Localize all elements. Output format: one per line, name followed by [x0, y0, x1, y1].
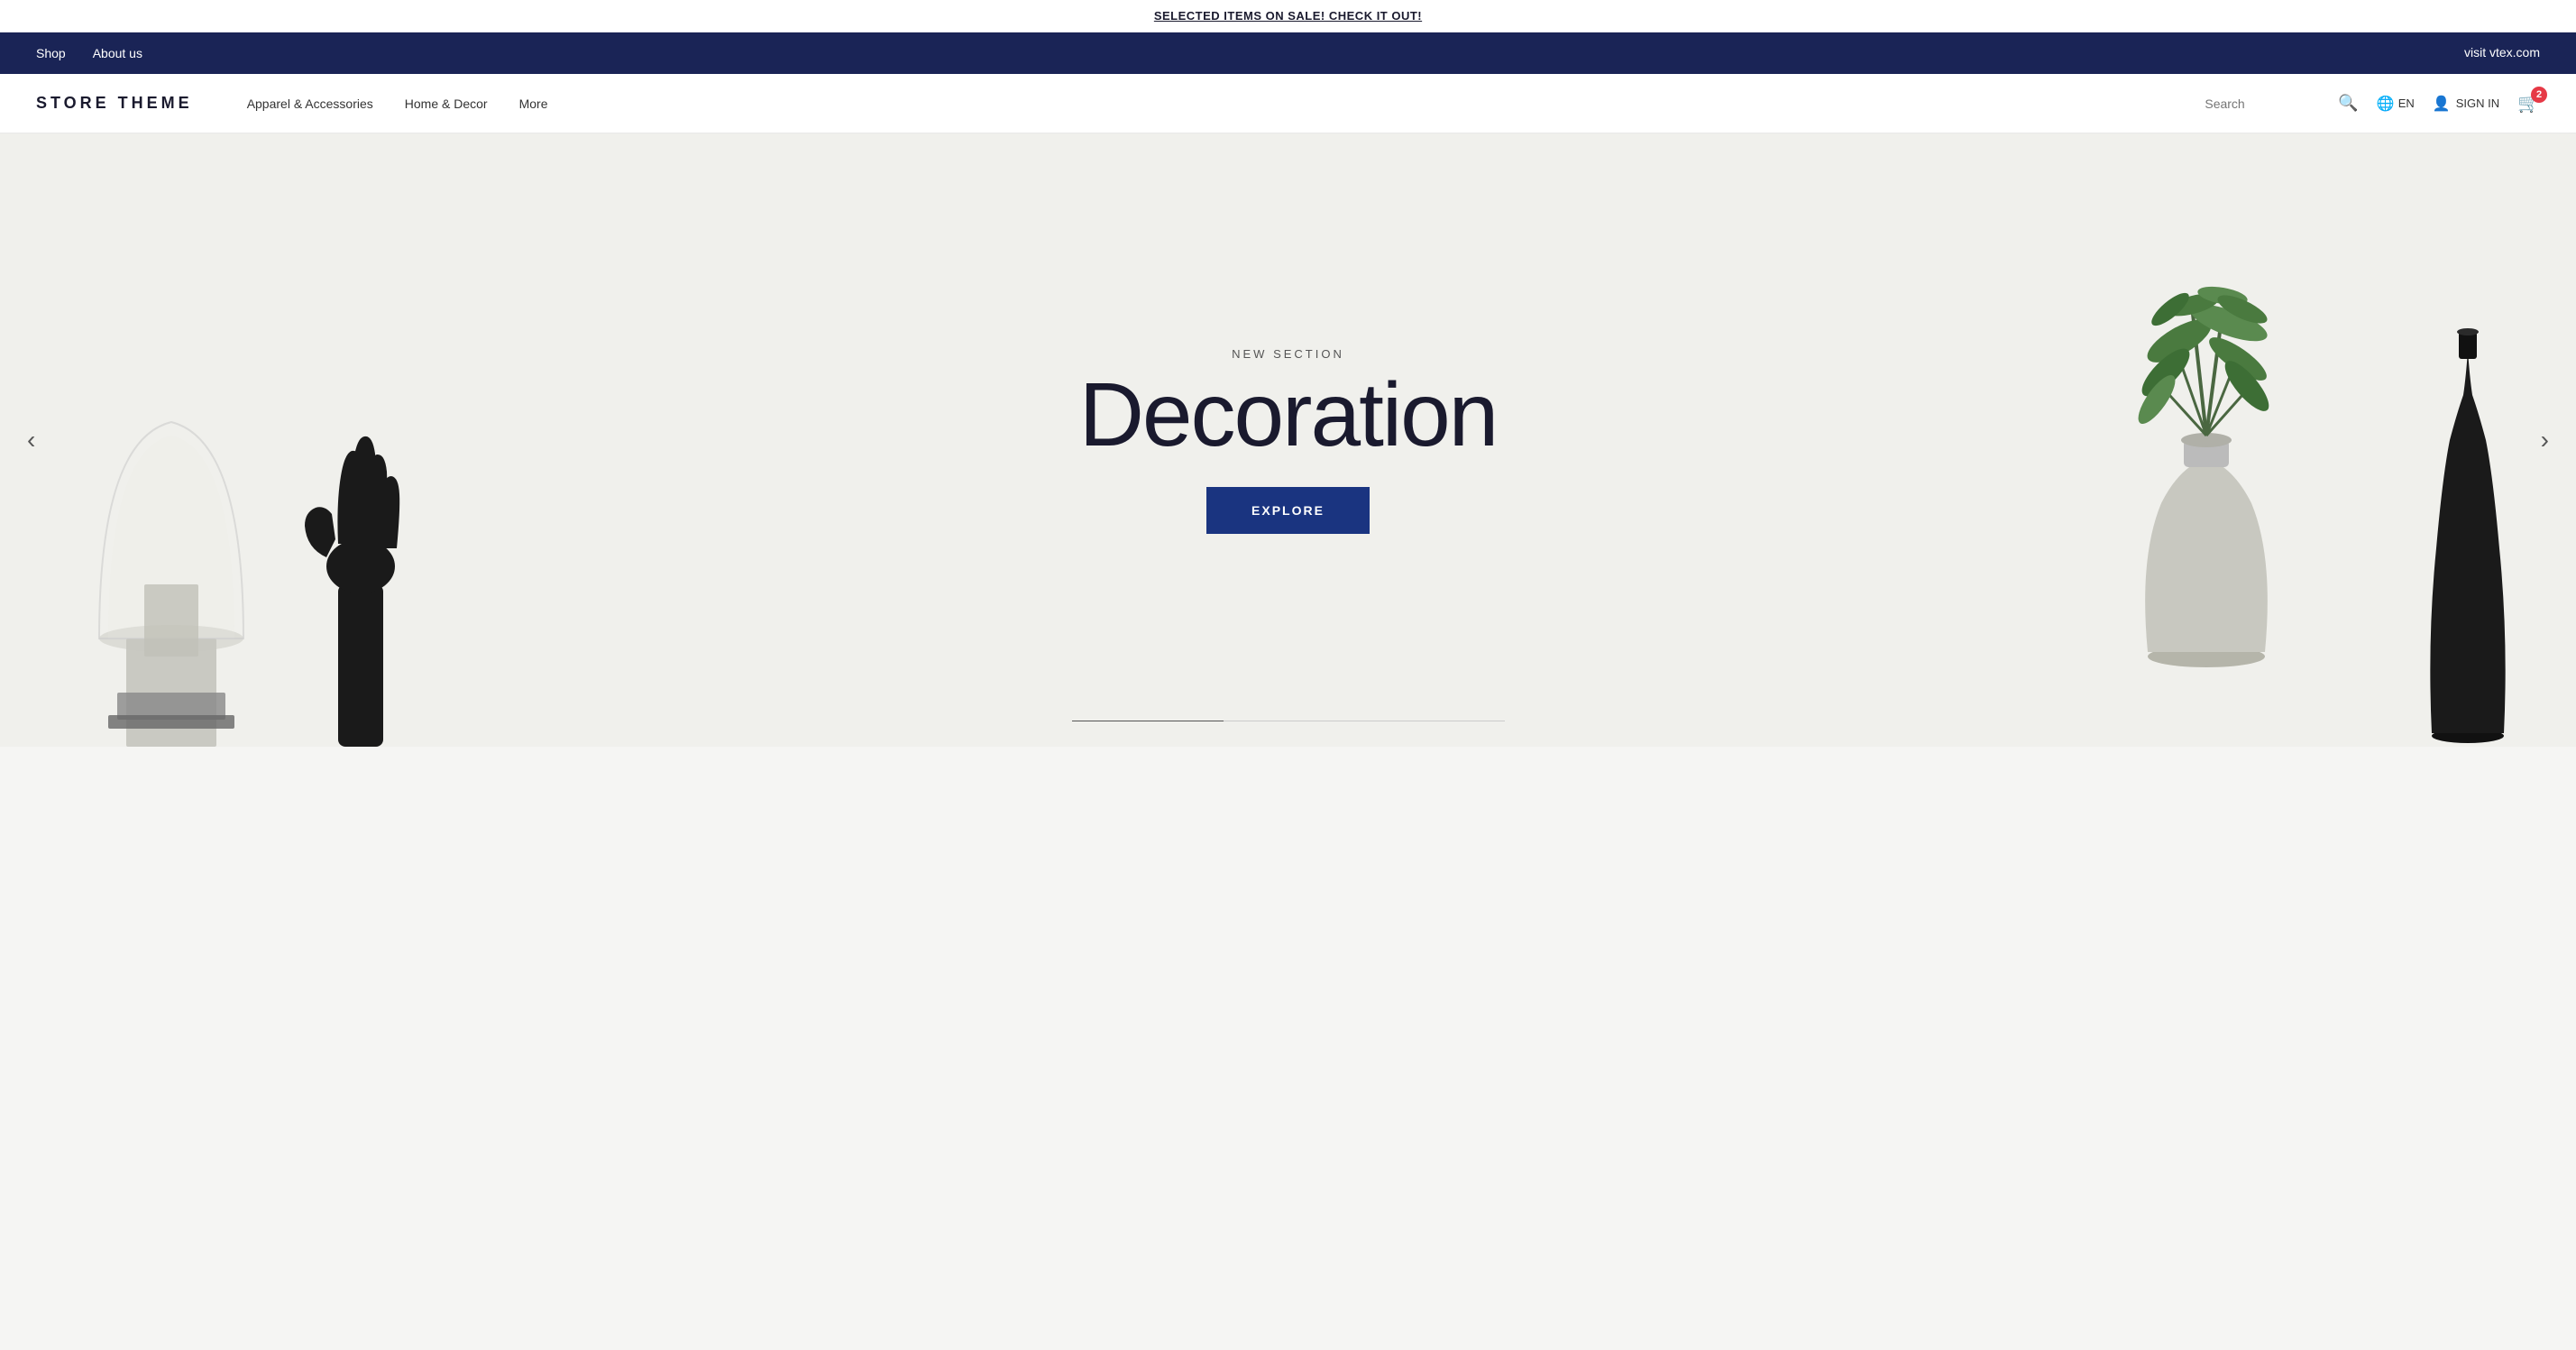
announcement-bar: SELECTED ITEMS ON SALE! CHECK IT OUT!	[0, 0, 2576, 32]
nav-apparel[interactable]: Apparel & Accessories	[247, 96, 373, 111]
about-us-link[interactable]: About us	[93, 46, 142, 60]
shop-link[interactable]: Shop	[36, 46, 66, 60]
header-right: 🔍 🌐 EN 👤 SIGN IN 🛒 2	[2205, 92, 2540, 115]
search-icon: 🔍	[2338, 94, 2358, 112]
search-button[interactable]: 🔍	[2338, 94, 2358, 113]
top-nav-right: visit vtex.com	[2464, 45, 2540, 61]
language-label: EN	[2398, 96, 2415, 110]
explore-button[interactable]: EXPLORE	[1206, 487, 1370, 534]
glass-dome-decoration	[72, 368, 270, 747]
hero-content: NEW SECTION Decoration EXPLORE	[1079, 347, 1498, 534]
language-button[interactable]: 🌐 EN	[2377, 95, 2415, 113]
hand-svg	[289, 350, 433, 747]
hero-title: Decoration	[1079, 370, 1498, 460]
user-icon: 👤	[2433, 95, 2451, 113]
visit-vtex-link[interactable]: visit vtex.com	[2464, 45, 2540, 60]
left-arrow-icon: ‹	[27, 426, 35, 454]
plant-svg	[2089, 242, 2324, 747]
nav-home-decor[interactable]: Home & Decor	[405, 96, 488, 111]
cart-badge: 2	[2531, 87, 2547, 103]
announcement-link[interactable]: SELECTED ITEMS ON SALE! CHECK IT OUT!	[1154, 9, 1422, 23]
black-vase-decoration	[2414, 296, 2522, 747]
next-slide-button[interactable]: ›	[2532, 417, 2558, 464]
globe-icon: 🌐	[2377, 95, 2395, 113]
main-nav: Apparel & Accessories Home & Decor More	[247, 96, 548, 111]
right-arrow-icon: ›	[2541, 426, 2549, 454]
site-logo: STORE THEME	[36, 94, 193, 113]
glass-dome-svg	[72, 368, 270, 747]
hand-decoration	[289, 350, 433, 747]
sign-in-button[interactable]: 👤 SIGN IN	[2433, 95, 2499, 113]
top-nav: Shop About us visit vtex.com	[0, 32, 2576, 74]
top-nav-links: Shop About us	[36, 46, 142, 60]
search-container: 🔍	[2205, 94, 2358, 113]
black-vase-svg	[2414, 296, 2522, 747]
prev-slide-button[interactable]: ‹	[18, 417, 44, 464]
search-input[interactable]	[2205, 96, 2331, 111]
nav-more[interactable]: More	[519, 96, 548, 111]
cart-button[interactable]: 🛒 2	[2517, 92, 2540, 115]
plant-vase-decoration	[2089, 242, 2324, 747]
hero-subtitle: NEW SECTION	[1079, 347, 1498, 361]
hero-section: ‹	[0, 133, 2576, 747]
main-header: STORE THEME Apparel & Accessories Home &…	[0, 74, 2576, 133]
sign-in-label: SIGN IN	[2456, 96, 2499, 110]
